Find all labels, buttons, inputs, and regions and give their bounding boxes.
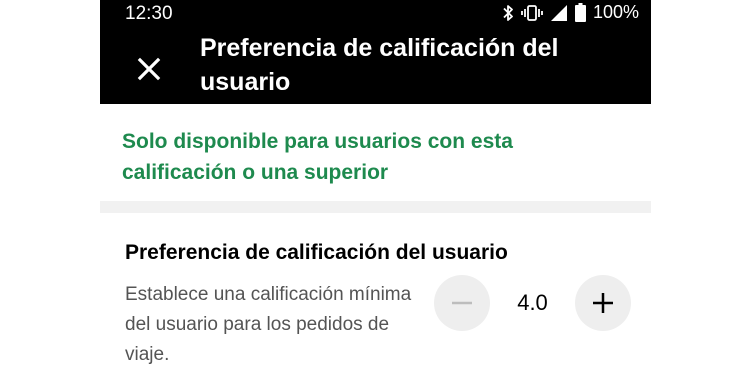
bluetooth-icon <box>502 4 514 22</box>
close-button[interactable] <box>134 54 164 84</box>
battery-percent: 100% <box>592 2 639 22</box>
banner-message: Solo disponible para usuarios con esta c… <box>122 130 513 184</box>
plus-icon <box>593 293 613 313</box>
setting-title: Preferencia de calificación del usuario <box>125 241 508 264</box>
status-time: 12:30 <box>125 3 173 24</box>
app-screen: 12:30 100% Preferencia de calificación d… <box>100 0 651 375</box>
rating-value: 4.0 <box>517 290 548 315</box>
vibrate-icon <box>521 4 543 22</box>
minus-icon <box>452 301 472 305</box>
setting-description: Establece una calificación mínima del us… <box>125 284 412 365</box>
page-title: Preferencia de calificación del usuario <box>200 34 559 96</box>
rating-stepper: 4.0 <box>434 275 631 331</box>
signal-icon <box>550 4 568 22</box>
decrement-button[interactable] <box>434 275 490 331</box>
status-icons: 100% <box>502 2 639 23</box>
rating-preference-card: Preferencia de calificación del usuario … <box>100 213 651 375</box>
close-icon <box>137 57 161 81</box>
info-banner: Solo disponible para usuarios con esta c… <box>100 104 651 201</box>
top-bar: 12:30 100% Preferencia de calificación d… <box>100 0 651 104</box>
battery-icon <box>574 3 586 22</box>
increment-button[interactable] <box>575 275 631 331</box>
